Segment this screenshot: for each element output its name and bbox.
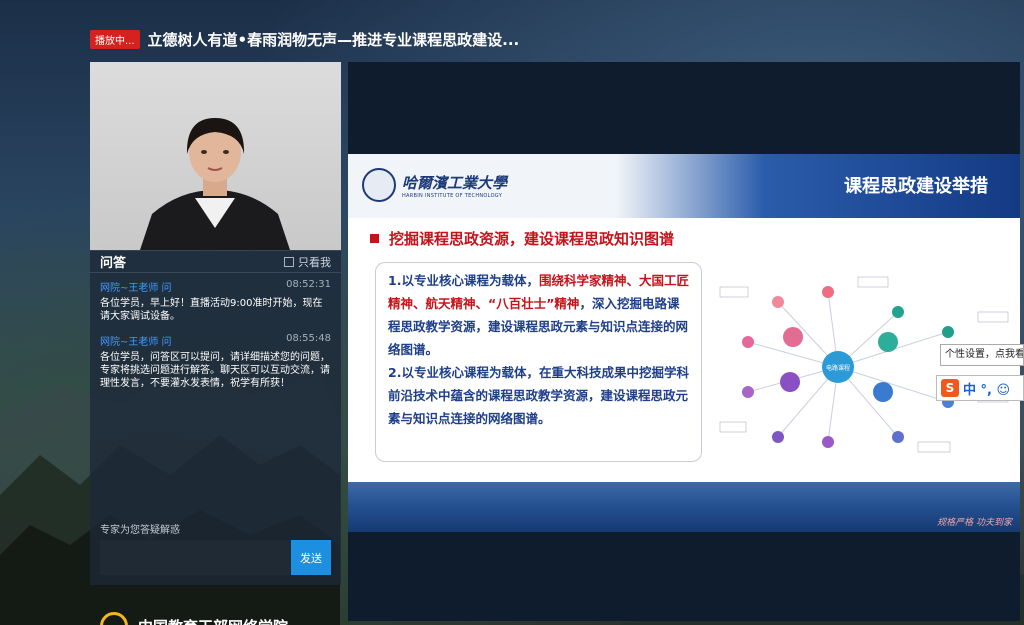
- message-time: 08:55:48: [286, 333, 331, 344]
- square-bullet-icon: [370, 234, 379, 243]
- university-name-en: HARBIN INSTITUTE OF TECHNOLOGY: [402, 192, 503, 199]
- only-me-label: 只看我: [298, 255, 331, 269]
- left-panel: 问答 只看我 网院~王老师 问 08:52:31 各位学员，早上好！直播活动9:…: [90, 62, 341, 585]
- qa-panel: 问答 只看我 网院~王老师 问 08:52:31 各位学员，早上好！直播活动9:…: [90, 251, 341, 585]
- message-author[interactable]: 网院~王老师 问: [100, 279, 172, 294]
- question-input[interactable]: [100, 540, 291, 575]
- message-text: 各位学员，问答区可以提问，请详细描述您的问题，专家将挑选问题进行解答。聊天区可以…: [100, 352, 330, 389]
- live-header: 播放中... 立德树人有道•春雨润物无声—推进专业课程思政建设...: [90, 28, 519, 50]
- ime-mode[interactable]: 中 °, ☺: [963, 379, 1010, 398]
- live-status-badge: 播放中...: [90, 29, 140, 49]
- slide-bottom-banner: [348, 482, 1020, 532]
- qa-message: 网院~王老师 问 08:55:48 各位学员，问答区可以提问，请详细描述您的问题…: [90, 323, 341, 390]
- point-2: 2.以专业核心课程为载体，在重大科技成果中挖掘学科前沿技术中蕴含的课程思政教学资…: [388, 365, 689, 426]
- qa-header: 问答 只看我: [90, 251, 341, 273]
- sogou-logo-icon[interactable]: S: [941, 379, 959, 397]
- send-button[interactable]: 发送: [291, 540, 331, 575]
- diagram-center-label: 电路课程: [826, 364, 850, 372]
- ask-label: 专家为您答疑解惑: [100, 525, 180, 536]
- slide-heading: 课程思政建设举措: [844, 176, 988, 197]
- point-1: 1.以专业核心课程为载体，围绕科学家精神、大国工匠精神、航天精神、“八百壮士”精…: [388, 269, 689, 361]
- qa-message: 网院~王老师 问 08:52:31 各位学员，早上好！直播活动9:00准时开始，…: [90, 273, 341, 323]
- only-me-toggle[interactable]: 只看我: [284, 254, 331, 270]
- message-time: 08:52:31: [286, 279, 331, 290]
- only-me-checkbox[interactable]: [284, 256, 294, 267]
- brand: 中国教育干部网络学院: [100, 612, 288, 625]
- presentation-slide: 哈爾濱工業大學 HARBIN INSTITUTE OF TECHNOLOGY 课…: [348, 154, 1020, 532]
- point-1-prefix: 1.以专业核心课程为载体，: [388, 273, 539, 288]
- speaker-figure: [140, 118, 290, 250]
- subheading-text: 挖掘课程思政资源，建设课程思政知识图谱: [389, 230, 675, 248]
- ime-tooltip: 个性设置，点我看看: [940, 344, 1024, 366]
- slide-player[interactable]: 哈爾濱工業大學 HARBIN INSTITUTE OF TECHNOLOGY 课…: [348, 62, 1020, 621]
- brand-name: 中国教育干部网络学院: [138, 616, 288, 625]
- live-title: 立德树人有道•春雨润物无声—推进专业课程思政建设...: [147, 30, 520, 49]
- message-text: 各位学员，早上好！直播活动9:00准时开始，现在请大家调试设备。: [100, 298, 323, 322]
- university-name-cn: 哈爾濱工業大學: [402, 173, 508, 192]
- slide-banner: 哈爾濱工業大學 HARBIN INSTITUTE OF TECHNOLOGY 课…: [348, 154, 1020, 218]
- qa-title: 问答: [100, 256, 127, 271]
- slide-subheading: 挖掘课程思政资源，建设课程思政知识图谱: [370, 228, 674, 249]
- slide-footer-motto: 规格严格 功夫到家: [937, 518, 1012, 528]
- ask-row: 发送: [100, 540, 331, 575]
- brand-logo-icon: [100, 612, 128, 625]
- knowledge-graph-diagram: 电路课程: [719, 276, 1009, 453]
- university-logo: 哈爾濱工業大學 HARBIN INSTITUTE OF TECHNOLOGY: [362, 168, 507, 202]
- slide-textbox: 1.以专业核心课程为载体，围绕科学家精神、大国工匠精神、航天精神、“八百壮士”精…: [375, 262, 702, 462]
- message-author[interactable]: 网院~王老师 问: [100, 333, 172, 348]
- ime-toolbar[interactable]: S 中 °, ☺: [936, 375, 1024, 401]
- speaker-video[interactable]: [90, 62, 341, 250]
- university-seal-icon: [362, 168, 396, 202]
